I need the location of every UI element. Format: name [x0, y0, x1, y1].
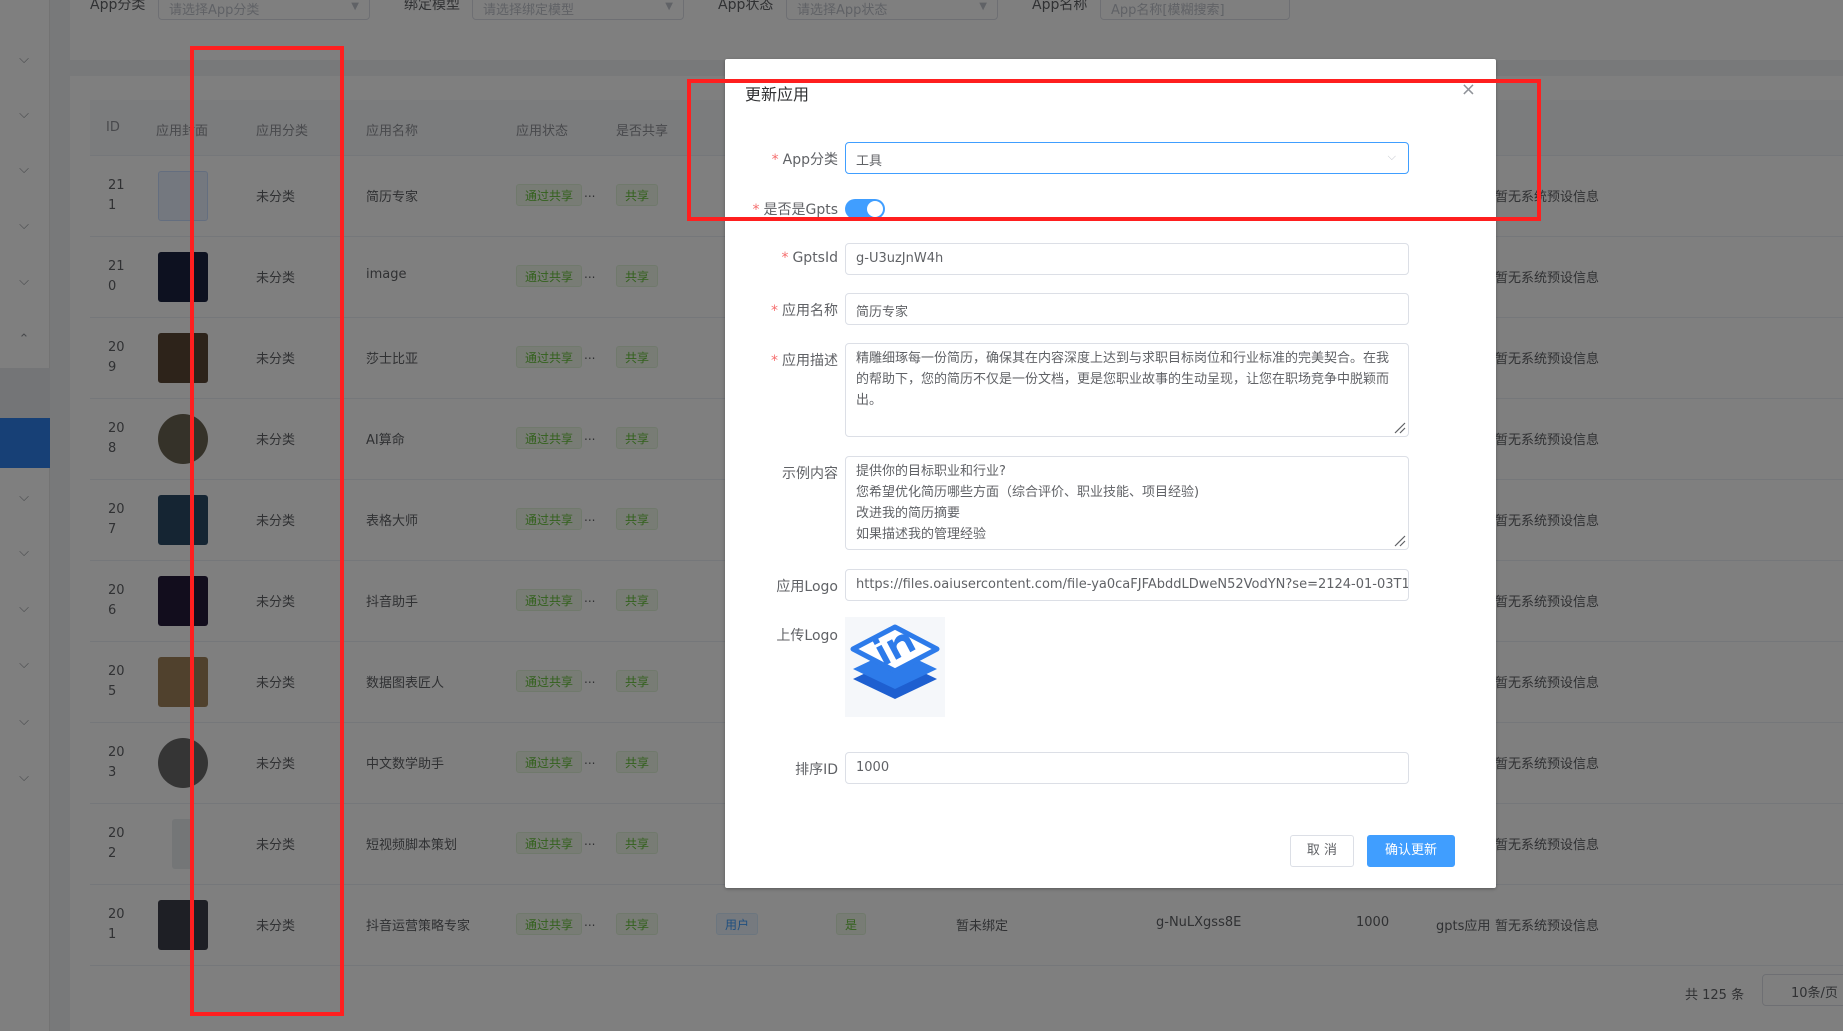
required-mark: *	[771, 353, 778, 369]
sort-id-label: 排序ID	[795, 762, 838, 778]
logo-url-input[interactable]: https://files.oaiusercontent.com/file-ya…	[845, 569, 1409, 601]
required-mark: *	[781, 250, 789, 266]
label-text: 应用名称	[782, 303, 838, 319]
example-line: 如果描述我的管理经验	[856, 527, 987, 542]
example-label: 示例内容	[782, 466, 838, 482]
input-value: 简历专家	[856, 305, 909, 320]
example-line: 您希望优化简历哪些方面（综合评价、职业技能、项目经验)	[856, 485, 1200, 500]
desc-textarea[interactable]: 精雕细琢每一份简历，确保其在内容深度上达到与求职目标岗位和行业标准的完美契合。在…	[845, 343, 1409, 437]
sort-id-input[interactable]: 1000	[845, 752, 1409, 784]
desc-label: * 应用描述	[771, 350, 838, 370]
app-name-label: * 应用名称	[771, 300, 838, 320]
example-textarea[interactable]: 提供你的目标职业和行业? 您希望优化简历哪些方面（综合评价、职业技能、项目经验)…	[845, 456, 1409, 550]
example-line: 提供你的目标职业和行业?	[856, 464, 1006, 479]
gpts-id-input[interactable]: g-U3uzJnW4h	[845, 243, 1409, 275]
label-text: 应用描述	[782, 353, 838, 369]
example-line: 改进我的简历摘要	[856, 506, 961, 521]
resize-handle-icon[interactable]	[1392, 533, 1406, 547]
resize-handle-icon[interactable]	[1392, 420, 1406, 434]
label-text: GptsId	[792, 250, 838, 266]
cancel-button[interactable]: 取 消	[1290, 835, 1354, 867]
upload-logo-label: 上传Logo	[776, 628, 838, 644]
logo-upload[interactable]	[845, 617, 945, 717]
input-value: https://files.oaiusercontent.com/file-ya…	[856, 577, 1409, 592]
input-value: g-U3uzJnW4h	[856, 251, 944, 266]
logo-label: 应用Logo	[776, 579, 838, 595]
textarea-value: 精雕细琢每一份简历，确保其在内容深度上达到与求职目标岗位和行业标准的完美契合。在…	[856, 351, 1390, 408]
app-logo-icon	[850, 624, 940, 699]
required-mark: *	[771, 303, 778, 319]
app-name-input[interactable]: 简历专家	[845, 293, 1409, 325]
annotation-box	[190, 46, 344, 1016]
confirm-update-button[interactable]: 确认更新	[1367, 835, 1455, 867]
input-value: 1000	[856, 760, 890, 775]
gpts-id-label: * GptsId	[781, 250, 838, 266]
annotation-box	[687, 79, 1541, 221]
